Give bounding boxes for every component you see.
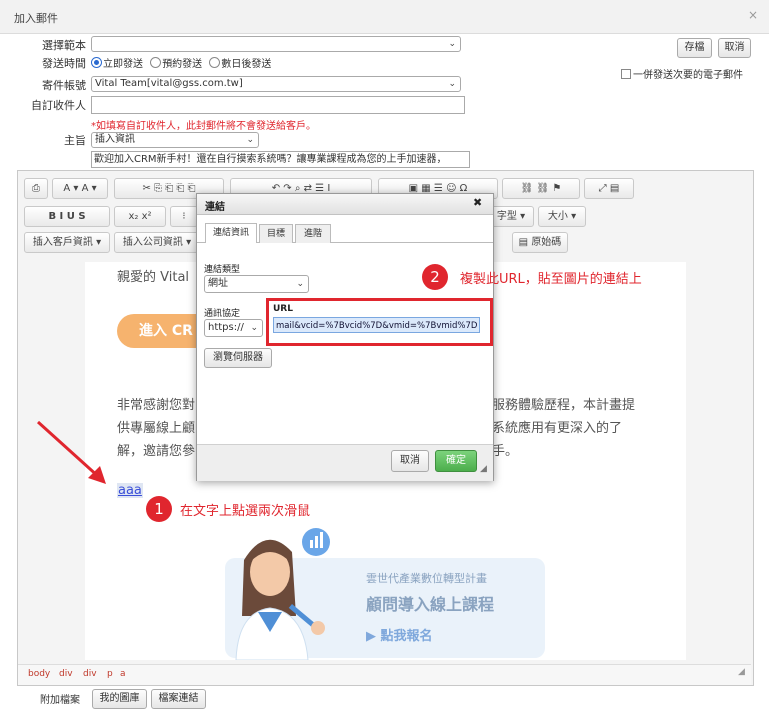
subject-label: 主旨 — [64, 134, 86, 147]
element-path-bar: body div div p a ◢ — [18, 664, 751, 685]
tab-target[interactable]: 目標 — [259, 224, 293, 243]
text-color-icon[interactable]: A ▾ A ▾ — [52, 178, 108, 199]
chevron-down-icon: ⌄ — [448, 79, 456, 89]
radio-dot — [91, 57, 102, 68]
resize-handle-icon[interactable]: ◢ — [738, 667, 745, 677]
chevron-down-icon: ⌄ — [448, 39, 456, 49]
protocol-select[interactable]: https:// ⌄ — [204, 319, 263, 337]
window-titlebar: 加入郵件 × — [0, 0, 769, 34]
font-select[interactable]: 字型 ▾ — [488, 206, 534, 227]
banner-title: 顧問導入線上課程 — [366, 595, 495, 614]
insert-customer-button[interactable]: 插入客戶資訊 ▾ — [24, 232, 110, 253]
dialog-titlebar[interactable]: 連結 ✖ — [197, 194, 493, 215]
teacher-illustration-icon — [235, 528, 330, 660]
link-dialog: 連結 ✖ 連結資訊 目標 進階 連結類型 網址 ⌄ 通訊協定 https:// … — [196, 193, 494, 481]
list-icon[interactable]: ⁝ — [170, 206, 198, 227]
step-1-text: 在文字上點選兩次滑鼠 — [180, 504, 311, 519]
size-select[interactable]: 大小 ▾ — [538, 206, 586, 227]
paragraph-line-3: 解，邀請您參 — [117, 444, 196, 459]
path-a[interactable]: a — [120, 669, 126, 679]
radio-days-later[interactable]: 數日後發送 — [209, 57, 271, 70]
close-icon[interactable]: × — [746, 8, 760, 22]
step-1-badge: 1 — [146, 496, 172, 522]
paragraph-line-1-right: 服務體驗歷程，本計畫提 — [492, 398, 636, 413]
sender-value: Vital Team[vital@gss.com.tw] — [95, 78, 243, 89]
link-type-select[interactable]: 網址 ⌄ — [204, 275, 309, 293]
dialog-title: 連結 — [205, 202, 225, 213]
radio-scheduled[interactable]: 預約發送 — [150, 57, 202, 70]
red-arrow-icon — [36, 420, 106, 484]
chevron-down-icon: ⌄ — [250, 323, 258, 333]
step-2-text: 複製此URL，貼至圖片的連結上 — [460, 272, 642, 287]
path-div[interactable]: div — [59, 669, 73, 679]
send-time-radios: 立即發送 預約發送 數日後發送 — [91, 55, 271, 70]
path-body[interactable]: body — [28, 669, 50, 679]
banner-subtitle: 雲世代產業數位轉型計畫 — [366, 572, 487, 585]
radio-immediate[interactable]: 立即發送 — [91, 57, 143, 70]
dialog-cancel-button[interactable]: 取消 — [391, 450, 429, 472]
url-label: URL — [273, 304, 293, 314]
insert-company-button[interactable]: 插入公司資訊 ▾ — [114, 232, 200, 253]
path-p[interactable]: p — [107, 669, 113, 679]
cancel-button[interactable]: 取消 — [718, 38, 751, 58]
selected-link-text[interactable]: aaa — [117, 483, 143, 498]
paragraph-line-3-right: 手。 — [492, 444, 519, 459]
window-title: 加入郵件 — [14, 12, 58, 25]
paragraph-line-2: 供專屬線上顧 — [117, 421, 196, 436]
link-icons[interactable]: ⛓ ⛓ ⚑ — [502, 178, 580, 199]
url-input[interactable]: mail&vcid=%7Bvcid%7D&vmid=%7Bvmid%7D — [273, 317, 480, 333]
chevron-down-icon: ⌄ — [246, 135, 254, 145]
tab-advanced[interactable]: 進階 — [295, 224, 331, 243]
sender-label: 寄件帳號 — [42, 79, 86, 92]
greeting-text: 親愛的 Vital — [117, 270, 190, 285]
template-label: 選擇範本 — [42, 39, 86, 52]
tab-link-info[interactable]: 連結資訊 — [205, 223, 257, 243]
close-icon[interactable]: ✖ — [473, 196, 482, 209]
browse-server-button[interactable]: 瀏覽伺服器 — [204, 348, 272, 368]
checkbox[interactable] — [621, 69, 631, 79]
radio-dot — [150, 57, 162, 68]
file-link-button[interactable]: 檔案連結 — [151, 689, 206, 709]
send-time-label: 發送時間 — [42, 57, 86, 70]
source-button[interactable]: ▤ 原始碼 — [512, 232, 568, 253]
maximize-icons[interactable]: ⤢ ▤ — [584, 178, 634, 199]
format-icons[interactable]: B I U S — [24, 206, 110, 227]
sub-sup-icons[interactable]: x₂ x² — [114, 206, 166, 227]
template-select[interactable]: ⌄ — [91, 36, 461, 52]
send-secondary-email[interactable]: 一併發送次要的電子郵件 — [621, 66, 743, 81]
link-type-label: 連結類型 — [204, 265, 241, 275]
attachments-label: 附加檔案 — [40, 695, 80, 706]
banner-signup-link[interactable]: ▶ 點我報名 — [366, 625, 433, 644]
save-button[interactable]: 存檔 — [677, 38, 712, 58]
dialog-ok-button[interactable]: 確定 — [435, 450, 477, 472]
resize-handle-icon[interactable]: ◢ — [480, 464, 487, 474]
chevron-down-icon: ⌄ — [296, 279, 304, 289]
custom-recipient-label: 自訂收件人 — [31, 99, 86, 112]
custom-recipient-input[interactable] — [91, 96, 465, 114]
paragraph-line-1: 非常感謝您對 — [117, 398, 196, 413]
radio-dot — [209, 57, 221, 68]
step-2-badge: 2 — [422, 264, 448, 290]
my-library-button[interactable]: 我的圖庫 — [92, 689, 147, 709]
path-div[interactable]: div — [83, 669, 97, 679]
subject-insert-select[interactable]: 插入資訊 ⌄ — [91, 132, 259, 148]
subject-input[interactable]: 歡迎加入CRM新手村！還在自行摸索系統嗎？讓專業課程成為您的上手加速器， — [91, 151, 470, 168]
sender-select[interactable]: Vital Team[vital@gss.com.tw] ⌄ — [91, 76, 461, 92]
source-icon: ▤ — [518, 237, 529, 248]
protocol-label: 通訊協定 — [204, 309, 241, 319]
recipient-warning: *如填寫自訂收件人，此封郵件將不會發送給客戶。 — [91, 121, 316, 132]
paragraph-line-2-right: 系統應用有更深入的了 — [492, 421, 623, 436]
preview-icon[interactable]: ⎙ — [24, 178, 48, 199]
